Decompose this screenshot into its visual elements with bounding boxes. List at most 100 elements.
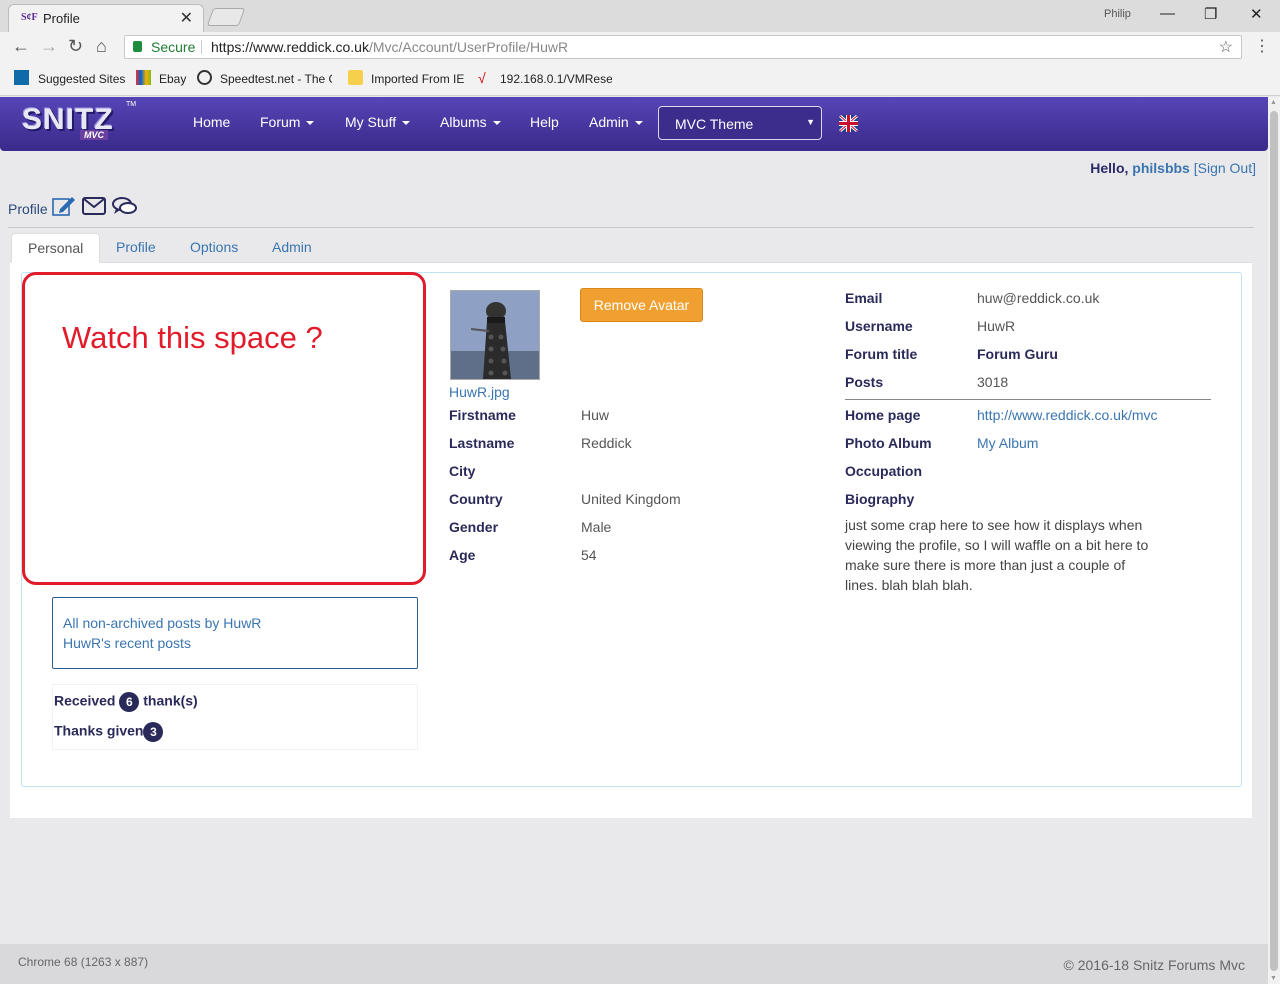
avatar-filename[interactable]: HuwR.jpg bbox=[449, 384, 510, 400]
biography-text: just some crap here to see how it displa… bbox=[845, 517, 1149, 593]
scroll-down-icon[interactable]: ▼ bbox=[1270, 975, 1277, 982]
favicon-icon: S¢F bbox=[21, 12, 38, 23]
thanks-given: Thanks given 3 bbox=[54, 722, 164, 742]
scroll-up-icon[interactable]: ▲ bbox=[1270, 99, 1277, 106]
home-page-link[interactable]: http://www.reddick.co.uk/mvc bbox=[977, 407, 1158, 423]
bookmark-folder[interactable]: Imported From IE bbox=[371, 72, 464, 86]
bookmark-item[interactable]: Speedtest.net - The G bbox=[220, 72, 332, 86]
field-label: City bbox=[449, 463, 476, 479]
new-tab-button[interactable] bbox=[206, 8, 246, 26]
username-link[interactable]: philsbbs bbox=[1132, 160, 1190, 176]
folder-icon bbox=[348, 70, 363, 85]
uk-flag-icon[interactable] bbox=[839, 115, 858, 132]
annotation-text: Watch this space ? bbox=[62, 320, 323, 355]
field-label: Age bbox=[449, 547, 476, 563]
field-label: Country bbox=[449, 491, 503, 507]
field-label: Biography bbox=[845, 491, 915, 507]
field-value: huw@reddick.co.uk bbox=[977, 290, 1100, 306]
nav-admin[interactable]: Admin bbox=[589, 114, 643, 130]
forward-icon[interactable]: → bbox=[40, 36, 58, 57]
field-value: 3018 bbox=[977, 374, 1009, 390]
caret-down-icon bbox=[402, 121, 411, 126]
posts-links-box: All non-archived posts by HuwR HuwR's re… bbox=[52, 597, 418, 669]
site-logo[interactable]: SNITZ MVC TM bbox=[22, 101, 136, 143]
all-posts-link[interactable]: All non-archived posts by HuwR bbox=[63, 615, 261, 631]
browser-info: Chrome 68 (1263 x 887) bbox=[18, 955, 149, 969]
received-count-badge: 6 bbox=[119, 692, 140, 712]
tab-admin[interactable]: Admin bbox=[256, 233, 328, 263]
field-value: Huw bbox=[581, 407, 610, 423]
sign-out-link[interactable]: [Sign Out] bbox=[1194, 160, 1256, 176]
caret-down-icon bbox=[492, 121, 501, 126]
field-value: Forum Guru bbox=[977, 346, 1058, 362]
tab-options[interactable]: Options bbox=[174, 233, 254, 263]
field-label: Firstname bbox=[449, 407, 516, 423]
back-icon[interactable]: ← bbox=[12, 36, 30, 57]
reload-icon[interactable]: ↻ bbox=[68, 36, 83, 57]
secure-label: Secure bbox=[151, 39, 196, 55]
close-tab-icon[interactable]: ✕ bbox=[180, 8, 193, 28]
annotation-box bbox=[22, 272, 426, 585]
received-thanks: Received 6 thank(s) bbox=[54, 692, 198, 712]
field-label: Gender bbox=[449, 519, 499, 535]
profile-user-name[interactable]: Philip bbox=[1104, 8, 1131, 20]
caret-down-icon bbox=[634, 121, 643, 126]
field-label: Lastname bbox=[449, 435, 515, 451]
bookmark-item[interactable]: Suggested Sites bbox=[38, 72, 125, 86]
field-label: Forum title bbox=[845, 346, 918, 362]
url-text[interactable]: https://www.reddick.co.uk/Mvc/Account/Us… bbox=[211, 39, 568, 55]
select-arrow-icon: ▼ bbox=[806, 117, 815, 127]
address-bar[interactable]: Secure https://www.reddick.co.uk/Mvc/Acc… bbox=[124, 35, 1242, 59]
given-count-badge: 3 bbox=[143, 722, 164, 742]
vertical-scrollbar[interactable]: ▲ ▼ bbox=[1268, 97, 1280, 984]
field-value: Male bbox=[581, 519, 612, 535]
field-value: 54 bbox=[581, 547, 597, 563]
field-label: Email bbox=[845, 290, 883, 306]
field-value: HuwR bbox=[977, 318, 1016, 334]
nav-home[interactable]: Home bbox=[193, 114, 230, 130]
tab-profile[interactable]: Profile bbox=[100, 233, 172, 263]
tab-title: Profile bbox=[43, 11, 80, 26]
nav-forum[interactable]: Forum bbox=[260, 114, 315, 130]
browser-tab-strip: S¢F Profile ✕ Philip — ❐ ✕ bbox=[0, 0, 1280, 32]
tab-personal[interactable]: Personal bbox=[11, 233, 101, 263]
photo-album-link[interactable]: My Album bbox=[977, 435, 1038, 451]
nav-albums[interactable]: Albums bbox=[440, 114, 501, 130]
home-icon[interactable]: ⌂ bbox=[96, 36, 107, 57]
bookmark-item[interactable]: Ebay bbox=[159, 72, 186, 86]
browser-tab[interactable]: S¢F Profile ✕ bbox=[8, 4, 204, 32]
restore-icon[interactable]: ❐ bbox=[1204, 5, 1217, 23]
browser-menu-icon[interactable]: ⋮ bbox=[1254, 36, 1270, 56]
minimize-icon[interactable]: — bbox=[1160, 5, 1175, 22]
nav-my-stuff[interactable]: My Stuff bbox=[345, 114, 411, 130]
field-value: United Kingdom bbox=[581, 491, 681, 507]
bookmark-star-icon[interactable]: ☆ bbox=[1219, 37, 1233, 57]
scroll-thumb[interactable] bbox=[1270, 111, 1278, 971]
theme-select[interactable]: MVC Theme ▼ bbox=[658, 106, 822, 140]
user-greeting: Hello, philsbbs [Sign Out] bbox=[1090, 160, 1256, 176]
profile-heading: Profile bbox=[8, 201, 48, 217]
email-icon[interactable] bbox=[82, 197, 106, 218]
chat-icon[interactable] bbox=[112, 196, 138, 219]
router-icon: √ bbox=[478, 70, 486, 86]
avatar bbox=[450, 290, 540, 380]
field-label: Photo Album bbox=[845, 435, 932, 451]
field-value: Reddick bbox=[581, 435, 632, 451]
edit-profile-icon[interactable] bbox=[52, 195, 76, 220]
recent-posts-link[interactable]: HuwR's recent posts bbox=[63, 635, 191, 651]
lock-icon bbox=[133, 41, 142, 52]
bookmark-item[interactable]: 192.168.0.1/VMReset bbox=[500, 72, 612, 86]
bookmarks-bar: Suggested Sites Ebay Speedtest.net - The… bbox=[0, 62, 1280, 96]
bing-icon bbox=[14, 70, 29, 85]
field-label: Home page bbox=[845, 407, 921, 423]
nav-help[interactable]: Help bbox=[530, 114, 559, 130]
ebay-icon bbox=[136, 70, 151, 85]
field-label: Occupation bbox=[845, 463, 923, 479]
field-label: Username bbox=[845, 318, 913, 334]
field-label: Posts bbox=[845, 374, 884, 390]
remove-avatar-button[interactable]: Remove Avatar bbox=[580, 288, 703, 322]
caret-down-icon bbox=[306, 121, 315, 126]
copyright: © 2016-18 Snitz Forums Mvc bbox=[1063, 957, 1246, 973]
thanks-box: Received 6 thank(s) Thanks given 3 bbox=[52, 684, 418, 750]
window-close-icon[interactable]: ✕ bbox=[1250, 5, 1263, 23]
